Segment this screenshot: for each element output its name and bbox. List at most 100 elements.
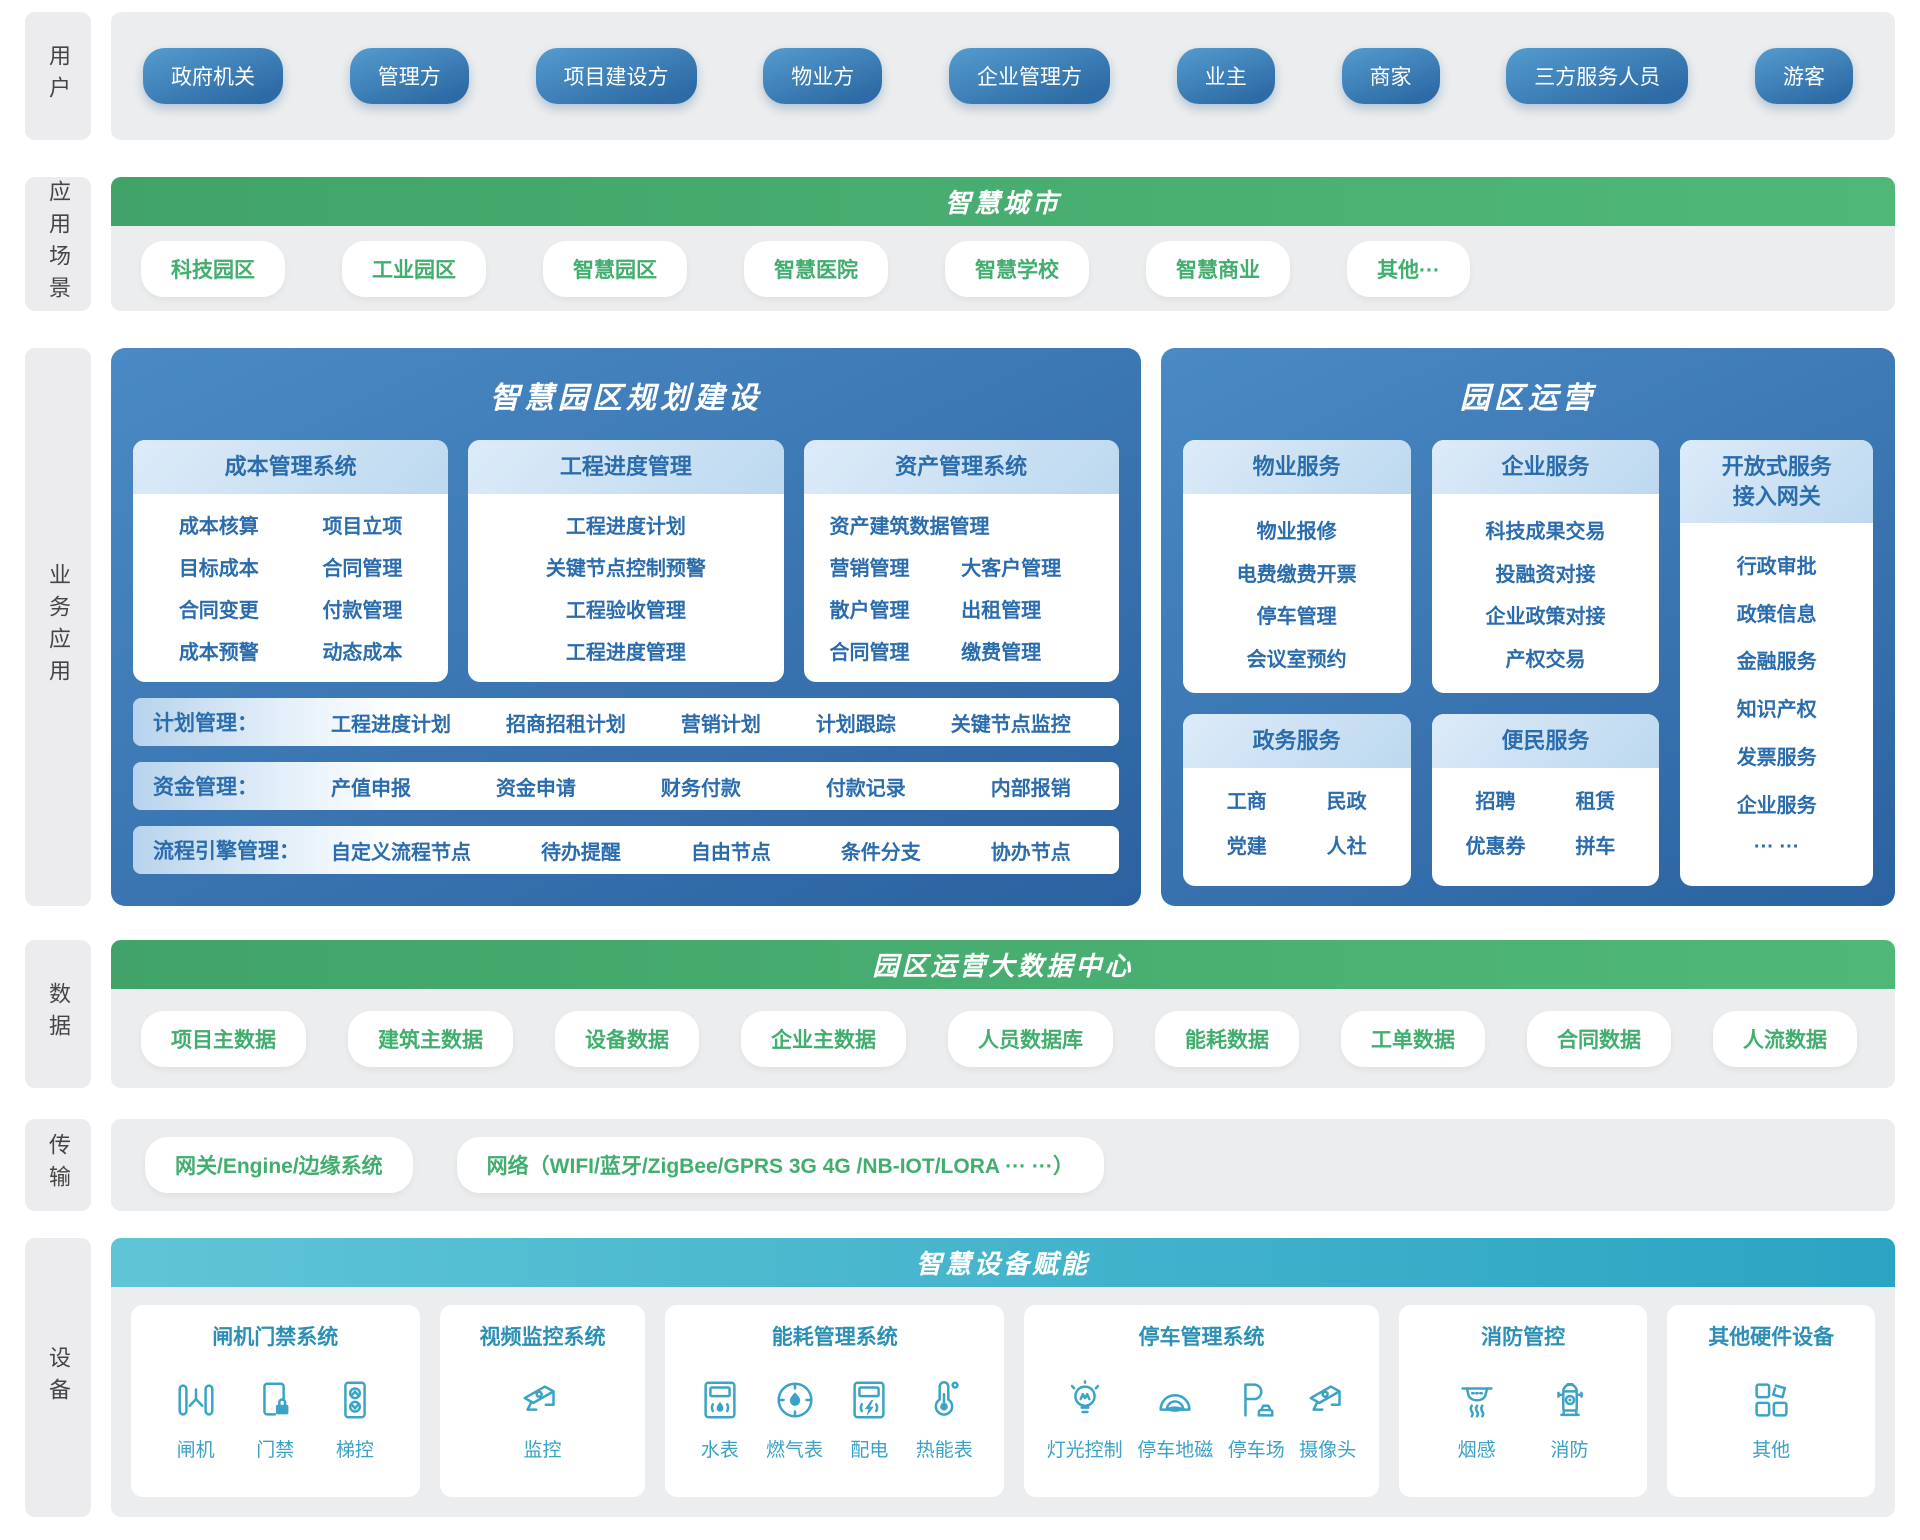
device-item-parking-lot: 停车场 [1228, 1377, 1285, 1462]
user-pill-enterprise-admin[interactable]: 企业管理方 [949, 48, 1110, 104]
property-item: 停车管理 [1257, 600, 1337, 629]
fire-control-title: 消防管控 [1407, 1321, 1640, 1351]
gateway-item: 政策信息 [1737, 598, 1817, 627]
device-item-other: 其他 [1748, 1377, 1794, 1462]
parking-sensor-icon [1152, 1377, 1198, 1423]
progress-item: 工程进度管理 [566, 636, 686, 665]
progress-item: 关键节点控制预警 [546, 552, 706, 581]
business-content: 智慧园区规划建设 成本管理系统 成本核算 项目立项 目标成本 合同管理 合同变更… [111, 348, 1895, 906]
transport-pill-row: 网关/Engine/边缘系统 网络（WIFI/蓝牙/ZigBee/GPRS 3G… [111, 1119, 1895, 1211]
data-pill-energy[interactable]: 能耗数据 [1155, 1011, 1299, 1067]
operation-panel: 园区运营 物业服务 物业报修 电费缴费开票 停车管理 会议室预约 企业服务 [1161, 348, 1895, 906]
cost-item: 成本预警 [179, 636, 259, 665]
video-surveillance-title: 视频监控系统 [448, 1321, 638, 1351]
data-label: 数据 [42, 982, 74, 1046]
gateway-card-title: 开放式服务 接入网关 [1680, 440, 1873, 523]
plan-item: 工程进度计划 [331, 708, 451, 737]
heat-meter-icon [921, 1377, 967, 1423]
progress-item: 工程验收管理 [566, 594, 686, 623]
fund-item: 内部报销 [991, 772, 1071, 801]
gas-meter-icon [772, 1377, 818, 1423]
plan-management-row: 计划管理： 工程进度计划 招商招租计划 营销计划 计划跟踪 关键节点监控 [133, 698, 1119, 746]
plan-item: 关键节点监控 [951, 708, 1071, 737]
cost-item: 合同管理 [322, 552, 402, 581]
enterprise-card-title: 企业服务 [1432, 440, 1660, 494]
parking-lot-icon [1233, 1377, 1279, 1423]
scenarios-pill-row: 科技园区 工业园区 智慧园区 智慧医院 智慧学校 智慧商业 其他··· [111, 226, 1895, 311]
gateway-item: 知识产权 [1737, 693, 1817, 722]
device-label: 监控 [523, 1435, 561, 1462]
smart-device-banner: 智慧设备赋能 [111, 1238, 1895, 1287]
user-pill-builder[interactable]: 项目建设方 [536, 48, 697, 104]
user-pill-government[interactable]: 政府机关 [143, 48, 283, 104]
sidebar-label-users: 用户 [25, 12, 91, 140]
asset-item-lead: 资产建筑数据管理 [830, 510, 990, 539]
device-label: 灯光控制 [1047, 1435, 1123, 1462]
elevator-control-icon [332, 1377, 378, 1423]
user-pill-manager[interactable]: 管理方 [350, 48, 469, 104]
data-pill-contract[interactable]: 合同数据 [1527, 1011, 1671, 1067]
convenience-item: 招聘 [1476, 785, 1516, 814]
operation-panel-title: 园区运营 [1183, 348, 1873, 440]
asset-item: 散户管理 [830, 594, 910, 623]
workflow-item: 条件分支 [841, 836, 921, 865]
data-pill-project[interactable]: 项目主数据 [141, 1011, 306, 1067]
gateway-title-line2: 接入网关 [1686, 482, 1867, 512]
cost-card-title: 成本管理系统 [133, 440, 448, 494]
cost-card-body: 成本核算 项目立项 目标成本 合同管理 合同变更 付款管理 成本预警 动态成本 [133, 494, 448, 682]
video-surveillance-card: 视频监控系统 监控 [440, 1305, 646, 1497]
government-item: 人社 [1327, 830, 1367, 859]
convenience-item: 租赁 [1575, 785, 1615, 814]
planning-cards: 成本管理系统 成本核算 项目立项 目标成本 合同管理 合同变更 付款管理 成本预… [133, 440, 1119, 682]
scenario-pill-smart-business[interactable]: 智慧商业 [1146, 241, 1290, 297]
scenario-pill-industrial-park[interactable]: 工业园区 [342, 241, 486, 297]
cost-management-card: 成本管理系统 成本核算 项目立项 目标成本 合同管理 合同变更 付款管理 成本预… [133, 440, 448, 682]
scenario-pill-other[interactable]: 其他··· [1347, 241, 1470, 297]
device-item-elevator: 梯控 [332, 1377, 378, 1462]
transport-pill-gateway[interactable]: 网关/Engine/边缘系统 [145, 1137, 413, 1193]
enterprise-item: 科技成果交易 [1485, 515, 1605, 544]
data-pill-personnel[interactable]: 人员数据库 [948, 1011, 1113, 1067]
progress-item: 工程进度计划 [566, 510, 686, 539]
fund-item: 财务付款 [661, 772, 741, 801]
user-pill-third-party[interactable]: 三方服务人员 [1506, 48, 1688, 104]
data-pill-footfall[interactable]: 人流数据 [1713, 1011, 1857, 1067]
device-label: 梯控 [336, 1435, 374, 1462]
gateway-item: 企业服务 [1737, 789, 1817, 818]
scenario-pill-smart-school[interactable]: 智慧学校 [945, 241, 1089, 297]
gateway-item: 行政审批 [1737, 550, 1817, 579]
users-content: 政府机关 管理方 项目建设方 物业方 企业管理方 业主 商家 三方服务人员 游客 [111, 12, 1895, 140]
data-pill-device[interactable]: 设备数据 [555, 1011, 699, 1067]
scenario-pill-tech-park[interactable]: 科技园区 [141, 241, 285, 297]
cost-item: 项目立项 [322, 510, 402, 539]
government-card-title: 政务服务 [1183, 714, 1411, 768]
scenario-pill-smart-hospital[interactable]: 智慧医院 [744, 241, 888, 297]
device-label: 摄像头 [1299, 1435, 1356, 1462]
transport-pill-network[interactable]: 网络（WIFI/蓝牙/ZigBee/GPRS 3G 4G /NB-IOT/LOR… [457, 1137, 1104, 1193]
other-hardware-icons: 其他 [1675, 1361, 1867, 1477]
asset-item: 营销管理 [830, 552, 910, 581]
transport-label: 传输 [42, 1133, 74, 1197]
water-meter-icon [697, 1377, 743, 1423]
energy-management-card: 能耗管理系统 水表 燃气表 [665, 1305, 1004, 1497]
plan-item: 招商招租计划 [506, 708, 626, 737]
convenience-card-body: 招聘 租赁 优惠券 拼车 [1432, 768, 1660, 886]
gateway-item-ellipsis: ··· ··· [1754, 836, 1800, 859]
data-pill-building[interactable]: 建筑主数据 [348, 1011, 513, 1067]
data-content: 园区运营大数据中心 项目主数据 建筑主数据 设备数据 企业主数据 人员数据库 能… [111, 940, 1895, 1088]
property-item: 物业报修 [1257, 515, 1337, 544]
user-pill-property[interactable]: 物业方 [763, 48, 882, 104]
workflow-engine-row: 流程引擎管理： 自定义流程节点 待办提醒 自由节点 条件分支 协办节点 [133, 826, 1119, 874]
device-item-fire-hydrant: 消防 [1547, 1377, 1593, 1462]
user-pill-merchant[interactable]: 商家 [1342, 48, 1440, 104]
asset-management-card: 资产管理系统 资产建筑数据管理 营销管理 大客户管理 散户管理 出租管理 合同管… [804, 440, 1119, 682]
scenario-pill-smart-park[interactable]: 智慧园区 [543, 241, 687, 297]
gate-access-card: 闸机门禁系统 闸机 门禁 [131, 1305, 420, 1497]
government-item: 党建 [1227, 830, 1267, 859]
data-pill-enterprise[interactable]: 企业主数据 [741, 1011, 906, 1067]
data-pill-workorder[interactable]: 工单数据 [1341, 1011, 1485, 1067]
video-surveillance-icons: 监控 [448, 1361, 638, 1477]
user-pill-owner[interactable]: 业主 [1177, 48, 1275, 104]
user-pill-visitor[interactable]: 游客 [1755, 48, 1853, 104]
asset-item: 合同管理 [830, 636, 910, 665]
